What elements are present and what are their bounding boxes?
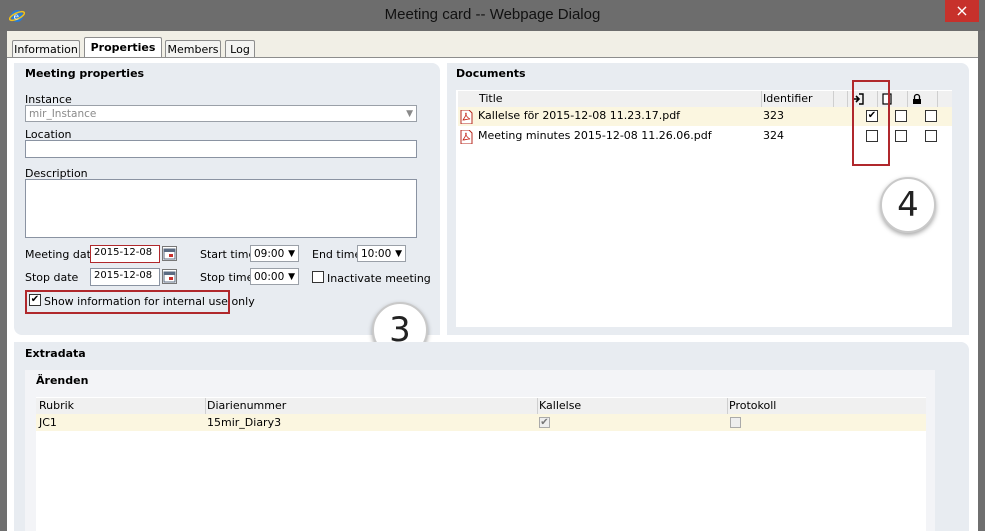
stop-time-label: Stop time: [200, 271, 254, 284]
end-time-label: End time: [312, 248, 362, 261]
window-title: Meeting card -- Webpage Dialog: [384, 6, 601, 23]
show-info-checkbox[interactable]: ✔: [29, 294, 41, 306]
calendar-icon[interactable]: [162, 246, 177, 261]
stop-time-value: 00:00: [254, 271, 285, 283]
col-rubrik[interactable]: Rubrik: [36, 398, 206, 414]
chevron-down-icon: ▼: [406, 109, 413, 119]
chevron-down-icon: ▼: [288, 249, 295, 259]
arenden-header: Rubrik Diarienummer Kallelse Protokoll: [36, 398, 926, 415]
rubrik-cell: JC1: [39, 416, 57, 429]
checkmark-icon: ✔: [540, 417, 549, 428]
lock-checkbox[interactable]: [925, 130, 937, 142]
col-protokoll[interactable]: Protokoll: [726, 398, 927, 414]
stop-date-input[interactable]: 2015-12-08: [90, 268, 160, 286]
col-identifier[interactable]: Identifier: [760, 91, 834, 107]
show-info-label: Show information for internal use only: [44, 295, 255, 308]
stop-date-label: Stop date: [25, 271, 79, 284]
document-name[interactable]: Meeting minutes 2015-12-08 11.26.06.pdf: [478, 129, 712, 142]
start-time-label: Start time: [200, 248, 256, 261]
arenden-title: Ärenden: [36, 374, 89, 387]
meeting-date-label: Meeting date: [25, 248, 98, 261]
document-name[interactable]: Kallelse för 2015-12-08 11.23.17.pdf: [478, 109, 680, 122]
col-kallelse[interactable]: Kallelse: [536, 398, 728, 414]
calendar-icon[interactable]: [162, 269, 177, 284]
document-identifier: 324: [763, 129, 784, 142]
step-badge-4: 4: [880, 177, 936, 233]
documents-title: Documents: [456, 67, 526, 80]
pdf-icon: [460, 109, 473, 125]
tab-log[interactable]: Log: [225, 40, 255, 58]
pdf-icon: [460, 129, 473, 145]
chevron-down-icon: ▼: [395, 249, 402, 259]
col-spacer: [832, 91, 848, 107]
page-checkbox[interactable]: [895, 110, 907, 122]
lock-checkbox[interactable]: [925, 110, 937, 122]
col-title[interactable]: Title: [476, 91, 762, 107]
end-time-value: 10:00: [361, 248, 392, 260]
close-icon: ×: [955, 1, 969, 20]
diarienummer-cell: 15mir_Diary3: [207, 416, 282, 429]
instance-select[interactable]: mir_Instance ▼: [25, 105, 417, 122]
chevron-down-icon: ▼: [288, 272, 295, 282]
distribute-column-highlight: [852, 80, 890, 166]
checkmark-icon: ✔: [30, 294, 40, 305]
extradata-title: Extradata: [25, 347, 86, 360]
location-input[interactable]: [25, 140, 417, 158]
protokoll-checkbox: [730, 417, 741, 428]
start-time-value: 09:00: [254, 248, 285, 260]
kallelse-checkbox: ✔: [539, 417, 550, 428]
end-time-select[interactable]: 10:00 ▼: [357, 245, 406, 262]
description-textarea[interactable]: [25, 179, 417, 238]
col-diarienummer[interactable]: Diarienummer: [204, 398, 538, 414]
inactivate-meeting-label: Inactivate meeting: [327, 272, 431, 285]
lock-icon[interactable]: [908, 91, 938, 107]
document-identifier: 323: [763, 109, 784, 122]
meeting-properties-title: Meeting properties: [25, 67, 145, 80]
inactivate-meeting-checkbox[interactable]: [312, 271, 324, 283]
tab-properties[interactable]: Properties: [84, 37, 162, 59]
tab-information[interactable]: Information: [12, 40, 80, 58]
stop-time-select[interactable]: 00:00 ▼: [250, 268, 299, 285]
table-row[interactable]: JC1 15mir_Diary3 ✔: [36, 414, 926, 431]
close-button[interactable]: ×: [945, 0, 979, 22]
start-time-select[interactable]: 09:00 ▼: [250, 245, 299, 262]
meeting-date-input[interactable]: 2015-12-08: [90, 245, 160, 263]
tab-members[interactable]: Members: [165, 40, 221, 58]
instance-value: mir_Instance: [29, 108, 97, 120]
page-checkbox[interactable]: [895, 130, 907, 142]
